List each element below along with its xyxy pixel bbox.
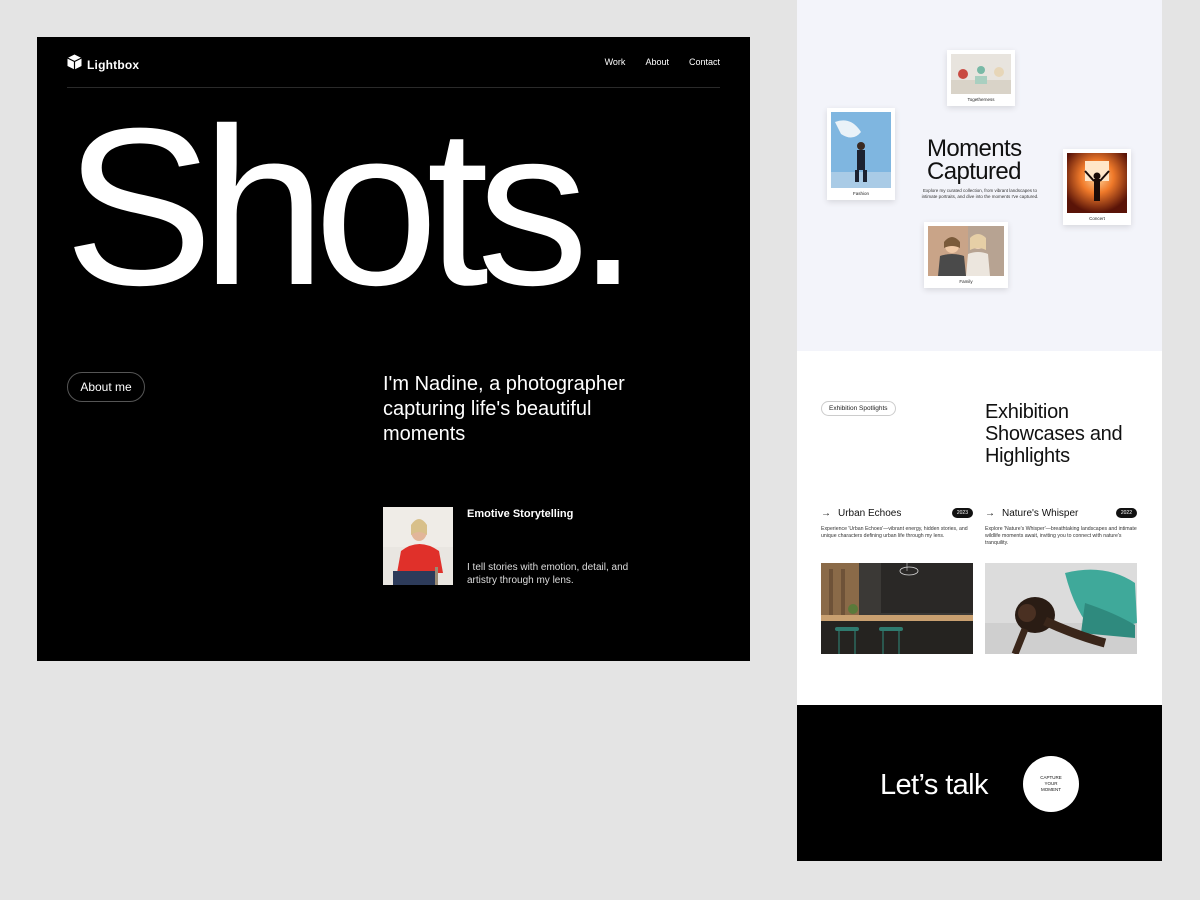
item-description: Experience 'Urban Echoes'—vibrant energy…: [821, 526, 968, 539]
hero-headline: Shots.: [64, 82, 639, 332]
photo-card-concert[interactable]: Concert: [1063, 149, 1131, 225]
exhibition-tag[interactable]: Exhibition Spotlights: [821, 401, 896, 416]
photo-card-togetherness[interactable]: Togetherness: [947, 50, 1015, 106]
nav-links: Work About Contact: [605, 57, 720, 67]
nav-about-link[interactable]: About: [645, 57, 669, 67]
item-name: Nature's Whisper: [1002, 507, 1079, 519]
year-badge: 2022: [1115, 508, 1137, 518]
nav-contact-link[interactable]: Contact: [689, 57, 720, 67]
portrait-photo: [383, 507, 453, 585]
nav-work-link[interactable]: Work: [605, 57, 626, 67]
moments-title: Moments Captured: [927, 135, 1022, 185]
exhibition-item-urban-echoes[interactable]: → Urban Echoes 2023 Experience 'Urban Ec…: [821, 507, 973, 654]
lets-talk-title: Let’s talk: [880, 769, 989, 801]
contact-section: Let’s talk CAPTURE YOUR MOMENT: [797, 705, 1162, 861]
exhibition-item-natures-whisper[interactable]: → Nature's Whisper 2022 Explore 'Nature'…: [985, 507, 1137, 654]
capture-moment-label: CAPTURE YOUR MOMENT: [1040, 775, 1062, 792]
moments-title-line2: Captured: [927, 158, 1022, 185]
logo[interactable]: Lightbox: [67, 54, 139, 75]
family-photo: [928, 226, 1004, 276]
capture-moment-button[interactable]: CAPTURE YOUR MOMENT: [1023, 756, 1079, 812]
moments-section: Togetherness Fashion Concert Family Mome…: [797, 0, 1162, 351]
logo-text: Lightbox: [87, 57, 140, 72]
about-me-button[interactable]: About me: [67, 372, 145, 402]
item-name: Urban Echoes: [838, 507, 902, 519]
exhibition-title: Exhibition Showcases and Highlights: [985, 401, 1123, 467]
year-badge: 2023: [951, 508, 973, 518]
photo-caption: Fashion: [852, 191, 869, 196]
card-title: Emotive Storytelling: [467, 508, 574, 520]
hero-section: Lightbox Work About Contact Shots. About…: [37, 37, 750, 661]
moments-title-line1: Moments: [927, 135, 1022, 162]
arrow-right-icon: →: [821, 507, 831, 519]
moments-description: Explore my curated collection, from vibr…: [921, 188, 1039, 199]
photo-card-fashion[interactable]: Fashion: [827, 108, 895, 200]
cube-logo-icon: [67, 54, 82, 75]
photo-caption: Togetherness: [967, 97, 995, 102]
urban-echoes-photo: [821, 563, 973, 654]
photo-card-family[interactable]: Family: [924, 222, 1008, 288]
concert-photo: [1067, 153, 1127, 213]
photo-caption: Concert: [1089, 216, 1105, 221]
exhibition-section: Exhibition Spotlights Exhibition Showcas…: [797, 351, 1162, 705]
card-description: I tell stories with emotion, detail, and…: [467, 562, 629, 586]
photo-caption: Family: [959, 279, 973, 284]
intro-text: I'm Nadine, a photographer capturing lif…: [383, 373, 625, 445]
item-header: → Nature's Whisper 2022: [985, 507, 1137, 519]
item-description: Explore 'Nature's Whisper'—breathtaking …: [985, 526, 1137, 546]
togetherness-photo: [951, 54, 1011, 94]
natures-whisper-photo: [985, 563, 1137, 654]
arrow-right-icon: →: [985, 507, 995, 519]
fashion-photo: [831, 112, 891, 188]
item-header: → Urban Echoes 2023: [821, 507, 973, 519]
top-nav: Lightbox Work About Contact: [67, 37, 720, 88]
